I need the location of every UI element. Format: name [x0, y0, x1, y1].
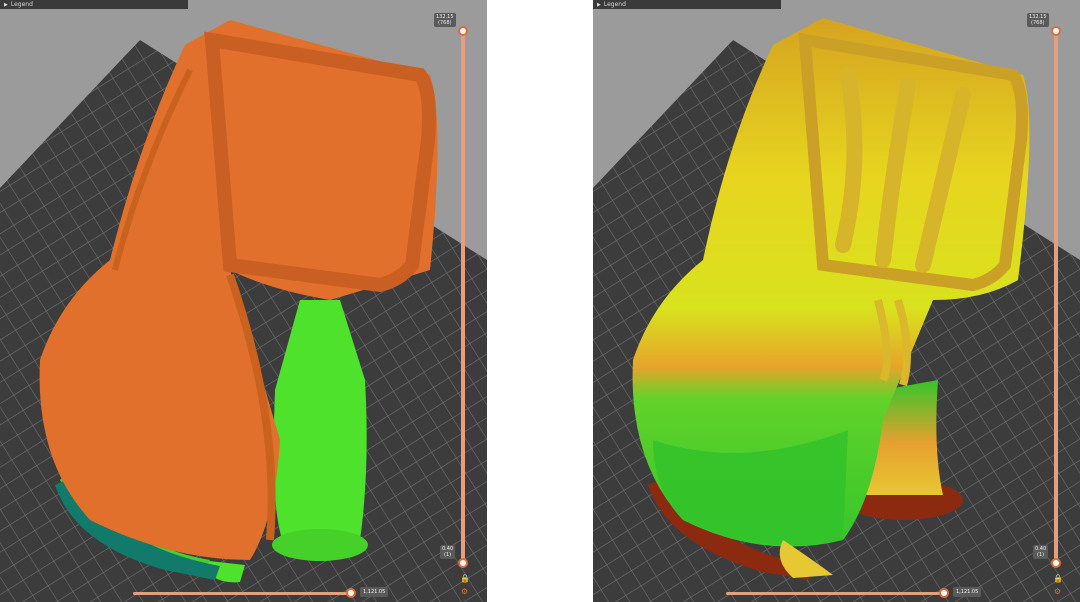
layer-slider-bottom-thumb[interactable]	[1051, 558, 1061, 568]
left-3d-viewport[interactable]: ▶ Legend 132.15 (768) 0.40 (1) 🔒 ⚙ 1,121.05	[0, 0, 487, 602]
legend-header[interactable]: ▶ Legend	[593, 0, 781, 9]
gear-icon[interactable]: ⚙	[1053, 587, 1062, 596]
move-slider-track[interactable]	[133, 592, 353, 595]
right-preview-scene	[593, 18, 1080, 602]
lock-icon[interactable]: 🔒	[460, 574, 470, 583]
left-preview-scene	[0, 20, 487, 602]
layer-slider-bottom-thumb[interactable]	[458, 558, 468, 568]
legend-label: Legend	[603, 1, 626, 8]
lock-icon[interactable]: 🔒	[1053, 574, 1063, 583]
bottom-layer-number: (1)	[1037, 552, 1045, 558]
layer-slider-top-label: 132.15 (768)	[1027, 13, 1049, 27]
move-slider-thumb[interactable]	[939, 588, 949, 598]
layer-slider-track[interactable]	[461, 28, 465, 562]
top-layer-number: (768)	[438, 20, 452, 26]
legend-header[interactable]: ▶ Legend	[0, 0, 188, 9]
legend-label: Legend	[10, 1, 33, 8]
bottom-layer-number: (1)	[444, 552, 452, 558]
layer-slider-bottom-label: 0.40 (1)	[440, 545, 456, 559]
move-slider-track[interactable]	[726, 592, 946, 595]
move-slider-value: 1,121.05	[360, 587, 389, 597]
layer-slider-track[interactable]	[1054, 28, 1058, 562]
layer-slider-top-thumb[interactable]	[1051, 26, 1061, 36]
layer-slider-bottom-label: 0.40 (1)	[1033, 545, 1049, 559]
layer-slider-top-label: 132.15 (768)	[434, 13, 456, 27]
triangle-right-icon: ▶	[597, 2, 601, 8]
right-3d-viewport[interactable]: ▶ Legend 132.15 (768) 0.40 (1) 🔒 ⚙ 1,121.05	[593, 0, 1080, 602]
gear-icon[interactable]: ⚙	[460, 587, 469, 596]
move-slider-value: 1,121.05	[953, 587, 982, 597]
layer-slider-top-thumb[interactable]	[458, 26, 468, 36]
top-layer-number: (768)	[1031, 20, 1045, 26]
move-slider-thumb[interactable]	[346, 588, 356, 598]
triangle-right-icon: ▶	[4, 2, 8, 8]
